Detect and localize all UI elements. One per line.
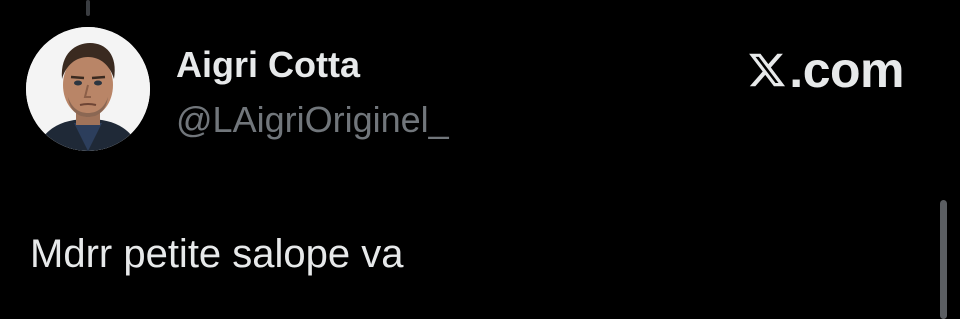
x-logo-icon <box>749 53 786 87</box>
avatar[interactable] <box>26 27 150 151</box>
author-display-name[interactable]: Aigri Cotta <box>176 43 360 87</box>
author-handle[interactable]: @LAigriOriginel_ <box>176 98 449 142</box>
scrollbar-thumb[interactable] <box>940 200 947 319</box>
thread-connector-line <box>86 0 90 16</box>
brand-watermark: .com <box>747 44 904 96</box>
avatar-photo <box>26 27 150 151</box>
tweet-body-text: Mdrr petite salope va <box>30 232 404 276</box>
brand-domain-text: .com <box>789 42 904 98</box>
